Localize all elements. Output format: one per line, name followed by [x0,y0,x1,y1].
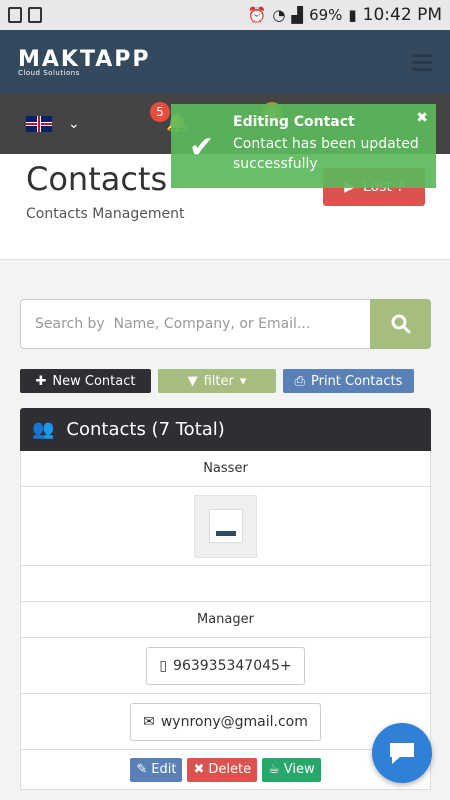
delete-label: Delete [208,762,252,777]
close-icon[interactable]: ✖ [416,110,428,126]
panel-header: 👥 Contacts (7 Total) [20,408,431,451]
x-icon: ✖ [193,762,205,777]
email-link[interactable]: ✉ wynrony@gmail.com [130,702,321,741]
chevron-down-icon[interactable]: ⌄ [68,116,80,132]
menu-icon[interactable] [412,53,432,71]
coffee-icon: ☕ [268,762,280,777]
print-contacts-button[interactable]: ⎙ Print Contacts [283,369,414,393]
contact-name: Nasser [20,451,431,487]
contacts-panel: 👥 Contacts (7 Total) Nasser Manager ▯ 96… [20,408,431,790]
caret-down-icon: ▾ [239,373,247,389]
search-icon [391,314,410,334]
toast-message: Contact has been updated successfully [233,136,419,172]
plus-icon: ✚ [35,373,47,389]
contact-email-cell: ✉ wynrony@gmail.com [20,694,431,750]
users-icon: 👥 [32,419,55,440]
action-buttons: ✚ New Contact ▼ filter ▾ ⎙ Print Contact… [20,369,414,393]
contact-actions: ✎ Edit ✖ Delete ☕ View [20,750,431,790]
contact-role: Manager [20,602,431,638]
search-bar [20,299,431,349]
battery-level: 69% [309,6,343,24]
status-bar: ⏰ ◔ ▟ 69% ▮ 10:42 PM [0,0,450,30]
phone-number: 963935347045+ [173,657,292,674]
search-button[interactable] [370,299,431,349]
download-icon [28,7,42,23]
edit-button[interactable]: ✎ Edit [130,757,183,782]
clock: 10:42 PM [362,5,442,25]
print-icon: ⎙ [294,373,305,389]
filter-button[interactable]: ▼ filter ▾ [158,369,276,393]
uk-flag-icon[interactable] [26,116,52,132]
pencil-icon: ✎ [136,762,148,777]
view-button[interactable]: ☕ View [262,757,321,782]
view-label: View [283,762,315,777]
page-subtitle: Contacts Management [26,206,185,222]
chat-icon [390,743,414,764]
new-contact-label: New Contact [52,373,136,389]
empty-cell [20,566,431,602]
contact-thumbnail[interactable] [194,494,257,558]
app-logo[interactable]: MAKTAPP Cloud Solutions [18,47,151,77]
alarm-icon: ⏰ [247,6,267,24]
delete-button[interactable]: ✖ Delete [187,757,258,782]
email-address: wynrony@gmail.com [160,713,308,730]
contact-phone-cell: ▯ 963935347045+ [20,638,431,694]
gallery-icon [8,7,22,23]
check-icon: ✔ [189,130,215,165]
wifi-icon: ◔ [272,6,286,24]
edit-label: Edit [151,762,177,777]
phone-link[interactable]: ▯ 963935347045+ [146,646,305,685]
signal-icon: ▟ [291,6,304,24]
print-label: Print Contacts [311,373,403,389]
new-contact-button[interactable]: ✚ New Contact [20,369,151,393]
battery-icon: ▮ [348,6,357,24]
search-input[interactable] [20,299,370,349]
funnel-icon: ▼ [187,373,198,389]
panel-title: Contacts (7 Total) [66,419,225,440]
success-toast: ✔ ✖ Editing Contact Contact has been upd… [171,104,436,188]
app-header: MAKTAPP Cloud Solutions [0,30,450,94]
toast-title: Editing Contact [233,114,355,130]
contact-photo-cell [20,487,431,566]
filter-label: filter [203,373,234,389]
mobile-icon: ▯ [159,657,168,674]
envelope-icon: ✉ [143,713,155,730]
notification-badge: 5 [150,102,170,122]
chat-bubble-button[interactable] [372,723,432,783]
